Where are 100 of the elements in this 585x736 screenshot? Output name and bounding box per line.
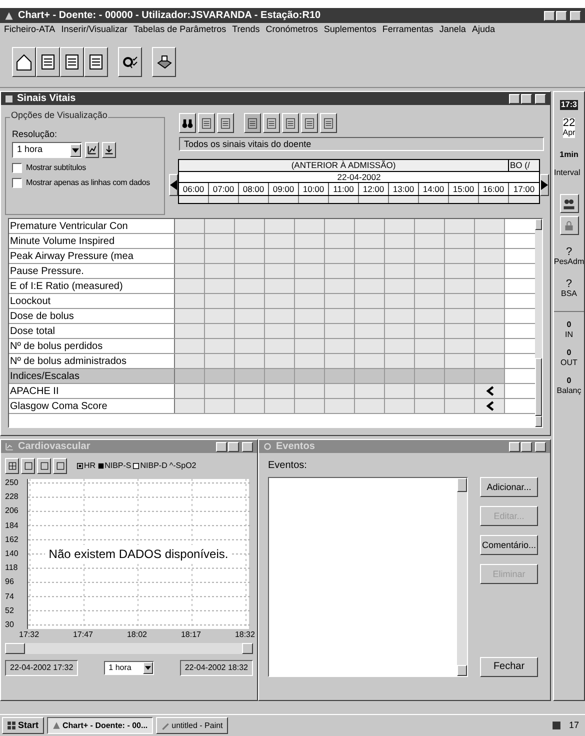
window-title: Cardiovascular xyxy=(18,442,90,452)
measure-value: ? xyxy=(566,247,572,257)
y-tick-label: 206 xyxy=(5,507,20,516)
x-tick-label: 18:32 xyxy=(234,631,255,639)
time-display: 17:3 xyxy=(560,100,578,110)
menu-item[interactable]: Ferramentas xyxy=(382,25,434,34)
menu-item[interactable]: Janela xyxy=(439,25,466,34)
measure-value: ? xyxy=(566,279,572,289)
y-tick-label: 140 xyxy=(5,550,20,558)
people-icon xyxy=(563,198,575,210)
section-header: Indices/Escalas xyxy=(9,369,175,383)
menu-item[interactable]: Cronómetros xyxy=(266,25,318,34)
lock-button[interactable] xyxy=(560,216,578,235)
legend-label: NIBP-D xyxy=(140,462,168,470)
chart-icon xyxy=(87,145,97,155)
y-tick-label: 74 xyxy=(5,592,15,600)
list-icon xyxy=(40,52,56,70)
list-button[interactable] xyxy=(36,46,60,76)
maximize-button[interactable] xyxy=(228,442,239,452)
download-button[interactable] xyxy=(102,142,116,158)
measure-label: PesAdm xyxy=(554,257,584,267)
tray-icon xyxy=(552,721,561,730)
x-tick-label: 18:17 xyxy=(180,631,201,639)
chart-button[interactable] xyxy=(85,142,99,158)
menu-item[interactable]: Inserir/Visualizar xyxy=(61,25,128,34)
house-button[interactable] xyxy=(12,46,36,76)
scroll-right-button[interactable] xyxy=(540,174,549,196)
close-button[interactable] xyxy=(242,442,253,452)
binoculars-icon xyxy=(182,116,193,130)
legend-label: ^-SpO2 xyxy=(169,462,196,470)
interval-label: Interval xyxy=(554,168,580,178)
vertical-scrollbar[interactable] xyxy=(457,478,467,676)
balance-label: IN xyxy=(565,330,573,340)
query-button[interactable] xyxy=(118,46,142,76)
menu-item[interactable]: Suplementos xyxy=(324,25,376,34)
app-title: Chart+ - Doente: - 00000 - Utilizador:JSVARANDA - Estação:R10 xyxy=(18,10,321,20)
range-dropdown[interactable]: 1 hora xyxy=(104,661,154,675)
window-title: Eventos xyxy=(276,442,315,452)
y-tick-label: 162 xyxy=(5,536,20,544)
window-title: Sinais Vitais xyxy=(17,94,76,104)
legend-marker-icon xyxy=(133,463,140,469)
vertical-scrollbar[interactable] xyxy=(535,219,542,427)
minimize-button[interactable] xyxy=(544,10,555,20)
no-data-message: Não existem DADOS disponíveis. xyxy=(44,545,232,563)
start-button[interactable]: Start xyxy=(2,717,44,734)
y-tick-label: 52 xyxy=(5,606,15,615)
house-icon xyxy=(16,52,32,70)
taskbar-button[interactable]: untitled - Paint xyxy=(156,717,228,734)
chart-icon xyxy=(5,442,14,451)
minimize-button[interactable] xyxy=(509,94,520,104)
y-tick-label: 184 xyxy=(5,522,20,530)
y-tick-label: 30 xyxy=(5,620,15,629)
close-button[interactable] xyxy=(535,94,546,104)
binoculars-button[interactable] xyxy=(179,113,196,133)
maximize-button[interactable] xyxy=(521,94,532,104)
menu-item[interactable]: Tabelas de Parâmetros xyxy=(134,25,226,34)
menu-item[interactable]: Ficheiro-ATA xyxy=(4,25,56,34)
menu-item[interactable]: Ajuda xyxy=(472,25,495,34)
minimize-button[interactable] xyxy=(509,442,520,452)
close-button[interactable] xyxy=(570,10,581,20)
taskbar-button[interactable]: Chart+ - Doente: - 00... xyxy=(46,717,153,734)
horizontal-scrollbar[interactable] xyxy=(5,643,253,654)
resolution-dropdown[interactable]: 1 hora xyxy=(12,142,82,158)
close-button[interactable] xyxy=(535,442,546,452)
x-tick-label: 17:32 xyxy=(19,631,40,639)
events-label: Eventos: xyxy=(268,461,308,471)
action-button[interactable]: Adicionar... xyxy=(480,477,538,497)
group-title: Opções de Visualização xyxy=(10,111,108,120)
y-tick-label: 118 xyxy=(5,564,19,572)
maximize-button[interactable] xyxy=(556,10,567,20)
people-button[interactable] xyxy=(560,194,578,213)
maximize-button[interactable] xyxy=(521,442,532,452)
action-button[interactable]: Comentário... xyxy=(480,535,538,555)
balance-value: 0 xyxy=(566,376,572,386)
clock: 17 xyxy=(568,718,579,732)
month-label: Apr xyxy=(562,128,576,138)
legend-label: HR xyxy=(84,462,96,470)
minimize-button[interactable] xyxy=(216,442,227,452)
menu-item[interactable]: Trends xyxy=(232,25,260,34)
dropdown-arrow-icon xyxy=(145,666,152,670)
app-icon xyxy=(52,721,61,730)
balance-label: OUT xyxy=(560,358,578,368)
scroll-left-button[interactable] xyxy=(169,174,178,196)
lock-icon xyxy=(564,220,574,232)
hour-header: 17:00 xyxy=(512,183,536,195)
filter-field: Todos os sinais vitais do doente xyxy=(179,137,544,151)
balance-value: 0 xyxy=(566,348,572,358)
start-time-field: 22-04-2002 17:32 xyxy=(5,660,78,676)
end-time-field: 22-04-2002 18:32 xyxy=(180,660,253,676)
legend-marker-icon xyxy=(98,463,104,469)
checkbox[interactable] xyxy=(12,178,22,188)
window-icon xyxy=(5,94,13,102)
checkbox[interactable] xyxy=(12,163,22,173)
balance-label: Balanç xyxy=(556,386,582,396)
close-dialog-button[interactable]: Fechar xyxy=(480,657,538,677)
x-tick-label: 18:02 xyxy=(126,631,147,639)
measure-label: BSA xyxy=(560,289,577,299)
resolution-label: Resolução: xyxy=(12,130,58,139)
checkbox-label: Mostrar subtítulos xyxy=(26,164,86,172)
legend-marker-icon xyxy=(77,463,83,469)
